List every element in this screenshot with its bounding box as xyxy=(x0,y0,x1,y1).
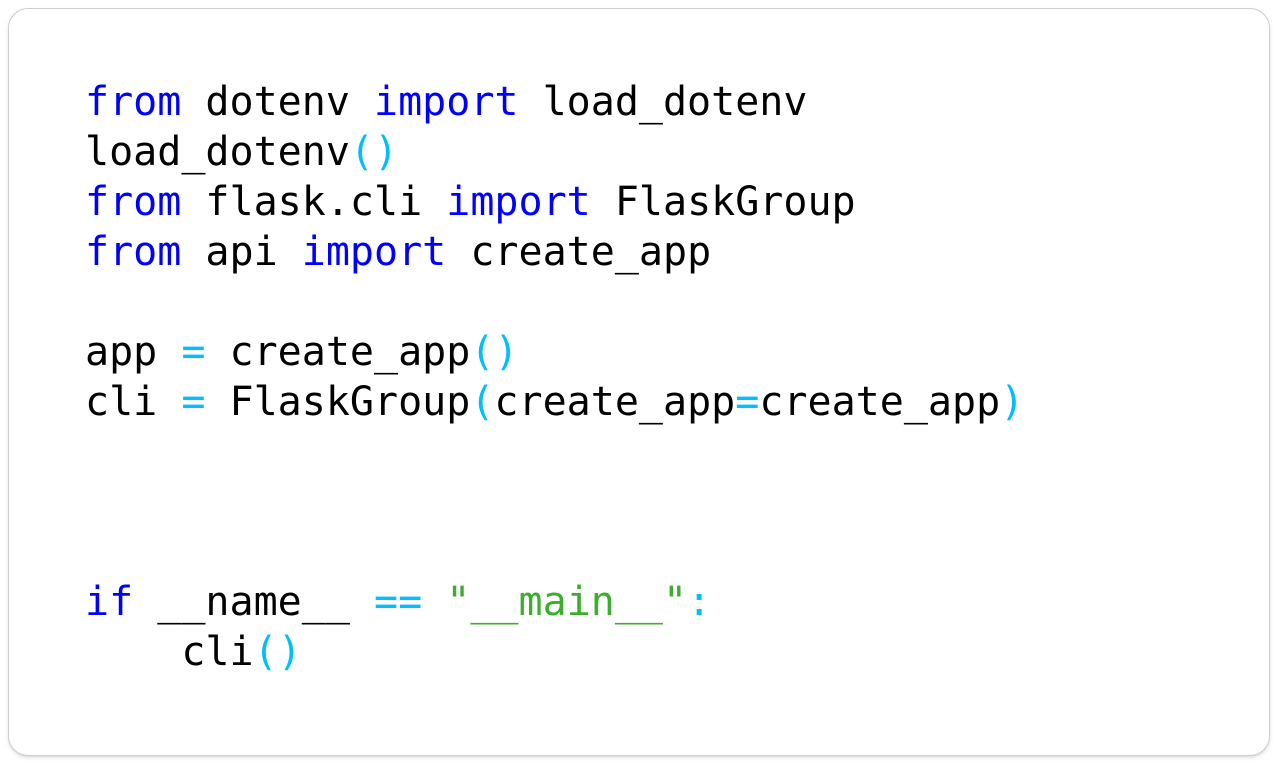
code-token-kw: import xyxy=(446,179,591,225)
code-token-punc: () xyxy=(349,129,399,175)
code-line: ​ xyxy=(85,427,1024,477)
code-token-punc: () xyxy=(253,629,302,675)
code-line: ​ xyxy=(85,477,1024,527)
code-token-kw: from xyxy=(85,179,182,225)
code-token-punc: () xyxy=(470,329,519,375)
code-token-plain: load_dotenv xyxy=(518,79,808,125)
code-token-plain: create_app xyxy=(205,329,471,375)
code-line: load_dotenv() xyxy=(85,127,1024,177)
code-line: from api import create_app xyxy=(85,227,1024,277)
code-token-plain: flask.cli xyxy=(181,179,447,225)
code-token-plain: create_app xyxy=(494,379,736,425)
code-line: from flask.cli import FlaskGroup xyxy=(85,177,1024,227)
code-token-plain: __name__ xyxy=(133,579,374,625)
code-token-plain: cli xyxy=(85,379,182,425)
code-token-plain: load_dotenv xyxy=(85,129,350,175)
code-line: ​ xyxy=(85,527,1024,577)
code-line: app = create_app() xyxy=(85,327,1024,377)
code-card: from dotenv import load_dotenv load_doten… xyxy=(8,8,1270,756)
code-token-kw: import xyxy=(373,79,519,125)
code-token-plain: FlaskGroup xyxy=(205,379,471,425)
code-token-kw: if xyxy=(85,579,134,625)
code-token-plain: dotenv xyxy=(181,79,374,125)
code-token-kw: import xyxy=(301,229,447,275)
code-token-plain: app xyxy=(85,329,182,375)
code-token-kw: from xyxy=(85,79,182,125)
code-block[interactable]: from dotenv import load_dotenv load_doten… xyxy=(85,77,1024,677)
code-token-op: = xyxy=(735,379,760,425)
code-line: cli() xyxy=(85,627,1024,677)
code-token-plain: create_app xyxy=(759,379,1001,425)
code-token-op: = xyxy=(181,379,206,425)
code-token-plain: create_app xyxy=(446,229,712,275)
code-line: ​ xyxy=(85,277,1024,327)
code-line: if __name__ == "__main__": xyxy=(85,577,1024,627)
code-token-plain: cli xyxy=(85,629,254,675)
code-token-punc: ) xyxy=(1000,379,1025,425)
code-token-str: "__main__" xyxy=(446,579,688,625)
code-token-kw: from xyxy=(85,229,182,275)
code-line: cli = FlaskGroup(create_app=create_app) xyxy=(85,377,1024,427)
code-token-punc: : xyxy=(687,579,712,625)
code-token-op: = xyxy=(181,329,206,375)
code-token-punc: ( xyxy=(470,379,495,425)
code-line: from dotenv import load_dotenv xyxy=(85,77,1024,127)
code-token-op: == xyxy=(374,579,423,625)
code-token-plain: api xyxy=(181,229,302,275)
code-token-plain: FlaskGroup xyxy=(590,179,856,225)
